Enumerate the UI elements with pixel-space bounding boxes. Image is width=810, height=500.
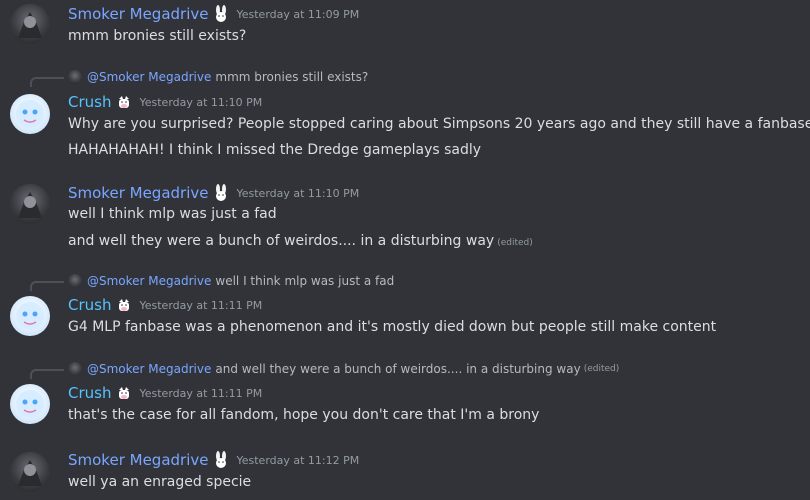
timestamp: Yesterday at 11:11 PM [139,298,263,312]
reply-mention[interactable]: @Smoker Megadrive [87,274,211,288]
reply-text: well I think mlp was just a fad [215,274,395,288]
avatar[interactable] [10,296,50,336]
message-text: mmm bronies still exists? [68,28,247,44]
reply-mention[interactable]: @Smoker Megadrive [87,362,211,376]
message-text: Why are you surprised? People stopped ca… [68,116,810,132]
avatar[interactable] [10,94,50,134]
bunny-icon [212,451,230,469]
reply-reference[interactable]: @Smoker Megadrive well I think mlp was j… [68,274,394,288]
reply-reference[interactable]: @Smoker Megadrive and well they were a b… [68,362,619,376]
avatar[interactable] [10,184,50,224]
message-text: HAHAHAHAH! I think I missed the Dredge g… [68,142,482,158]
message-text: well ya an enraged specie [68,474,252,490]
reply-avatar [68,362,82,376]
username[interactable]: Crush [68,296,111,314]
avatar[interactable] [10,384,50,424]
reply-text: and well they were a bunch of weirdos...… [215,362,581,376]
bunny-icon [212,5,230,23]
reply-avatar [68,70,82,84]
username[interactable]: Crush [68,93,111,111]
edited-label: (edited) [497,238,533,248]
username[interactable]: Smoker Megadrive [68,184,208,202]
reply-spine [30,281,64,291]
reply-spine [30,369,64,379]
timestamp: Yesterday at 11:12 PM [236,453,360,467]
timestamp: Yesterday at 11:11 PM [139,386,263,400]
cow-icon [115,296,133,314]
message-text: that's the case for all fandom, hope you… [68,407,540,423]
timestamp: Yesterday at 11:10 PM [139,95,263,109]
timestamp: Yesterday at 11:10 PM [236,186,360,200]
message-text: and well they were a bunch of weirdos...… [68,233,533,249]
cow-icon [115,384,133,402]
reply-mention[interactable]: @Smoker Megadrive [87,70,211,84]
message-text: well I think mlp was just a fad [68,206,277,222]
cow-icon [115,93,133,111]
username[interactable]: Smoker Megadrive [68,5,208,23]
bunny-icon [212,184,230,202]
username[interactable]: Smoker Megadrive [68,451,208,469]
avatar[interactable] [10,452,50,492]
edited-label: (edited) [583,364,620,374]
reply-reference[interactable]: @Smoker Megadrive mmm bronies still exis… [68,70,368,84]
timestamp: Yesterday at 11:09 PM [236,7,360,21]
username[interactable]: Crush [68,384,111,402]
reply-text: mmm bronies still exists? [215,70,369,84]
reply-spine [30,77,64,87]
reply-avatar [68,274,82,288]
message-text: G4 MLP fanbase was a phenomenon and it's… [68,319,717,335]
avatar[interactable] [10,4,50,44]
